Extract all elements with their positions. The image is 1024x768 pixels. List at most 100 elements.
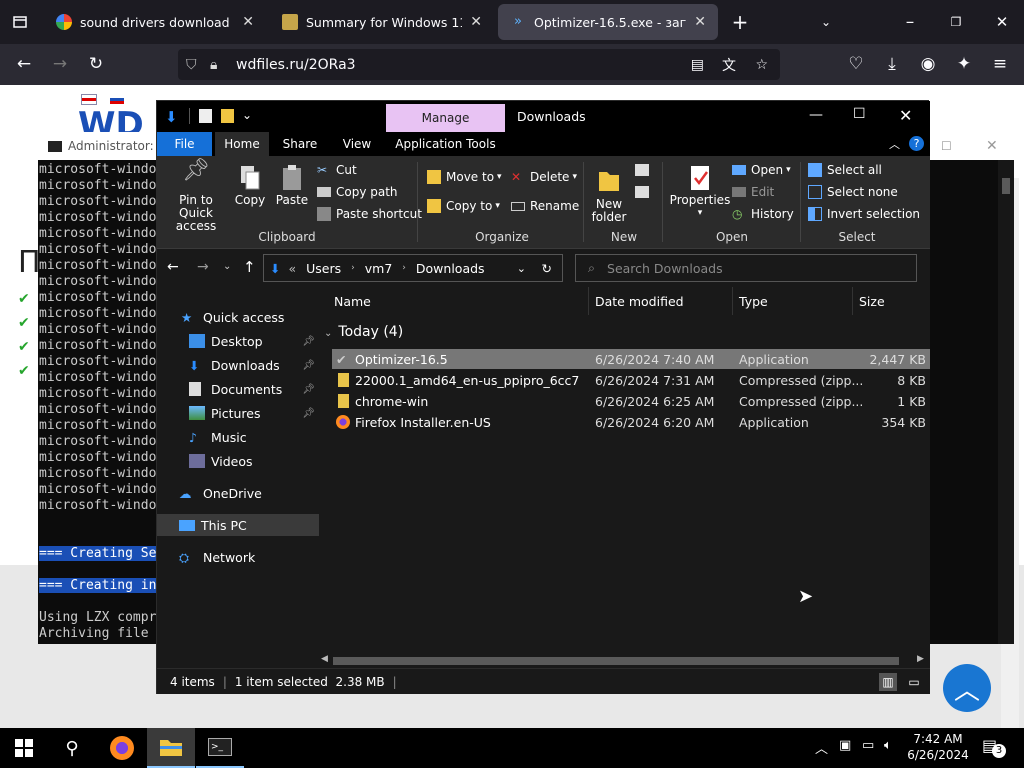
breadcrumb-downloads[interactable]: Downloads [416,261,485,276]
cmd-scrollbar[interactable] [998,160,1014,644]
nav-quick-access[interactable]: ★ Quick access [157,306,319,328]
menu-icon[interactable]: ≡ [988,52,1012,76]
flag-us-icon[interactable] [81,94,97,105]
forward-icon[interactable]: → [48,52,72,76]
close-tab-icon[interactable]: ✕ [470,14,482,30]
minimize-icon[interactable]: — [809,107,823,123]
close-icon[interactable]: ✕ [986,138,998,154]
nav-network[interactable]: ⛭ Network [157,546,319,568]
show-hidden-icons[interactable]: ︿ [815,738,828,757]
new-tab-icon[interactable]: + [728,10,752,34]
delete-button[interactable]: ✕ Delete ▾ [511,170,577,184]
account-icon[interactable]: ◉ [916,52,940,76]
restore-icon[interactable]: ❐ [944,10,968,34]
chevron-right-icon[interactable]: › [351,263,355,273]
network-tray-icon[interactable]: ▭ [862,738,874,753]
nav-onedrive[interactable]: ☁ OneDrive [157,482,319,504]
file-row-firefox[interactable]: Firefox Installer.en-US 6/26/2024 6:20 A… [332,412,930,432]
tab-view[interactable]: View [331,132,383,156]
url-text[interactable]: wdfiles.ru/2ORa3 [236,57,356,73]
copy-path-button[interactable]: Copy path [317,185,398,199]
move-to-button[interactable]: Move to ▾ [427,170,502,184]
nav-videos[interactable]: Videos [157,450,319,472]
tab-optimizer[interactable]: » Optimizer-16.5.exe - загрузить ✕ [498,4,718,40]
copy-button[interactable]: Copy [233,164,267,207]
scroll-top-button[interactable]: ︿ [943,664,991,712]
paste-button[interactable]: Paste [273,164,311,207]
manage-tab[interactable]: Manage [386,104,505,132]
open-button[interactable]: Open ▾ [732,163,791,177]
file-row-optimizer[interactable]: ✔ Optimizer-16.5 6/26/2024 7:40 AM Appli… [332,349,930,369]
close-window-icon[interactable]: ✕ [990,10,1014,34]
group-today[interactable]: ⌄ Today (4) [324,324,403,340]
new-item-icon[interactable] [635,164,649,176]
extensions-icon[interactable]: ✦ [952,52,976,76]
close-tab-icon[interactable]: ✕ [242,14,254,30]
file-row-chrome[interactable]: chrome-win 6/26/2024 6:25 AM Compressed … [332,391,930,411]
address-dropdown-icon[interactable]: ⌄ [517,262,526,275]
tab-home[interactable]: Home [215,132,269,156]
start-button[interactable] [0,728,48,768]
tab-summary[interactable]: Summary for Windows 11 Insid ✕ [270,4,494,40]
tab-overview-icon[interactable] [8,10,32,34]
maximize-icon[interactable]: ☐ [853,106,866,122]
new-folder-button[interactable]: New folder [589,164,629,224]
downloads-icon[interactable]: ⤓ [880,52,904,76]
new-folder-qa-icon[interactable] [221,109,234,123]
scroll-right-icon[interactable]: ▶ [917,654,924,664]
flag-ru-icon[interactable] [110,95,124,104]
taskbar-terminal[interactable]: >_ [196,728,244,768]
url-bar[interactable]: ⛉ 🔒︎ wdfiles.ru/2ORa3 ▤ 文 ☆ [178,49,780,80]
back-icon[interactable]: ← [12,52,36,76]
copy-to-button[interactable]: Copy to ▾ [427,199,500,213]
list-tabs-icon[interactable]: ⌄ [814,10,838,34]
cut-button[interactable]: ✂ Cut [317,163,357,177]
lock-icon[interactable]: 🔒︎ [210,57,228,73]
col-name[interactable]: Name [334,294,371,309]
nav-this-pc[interactable]: This PC [157,514,319,536]
refresh-icon[interactable]: ↻ [542,261,552,276]
large-icons-view-icon[interactable]: ▭ [905,673,923,691]
forward-icon[interactable]: → [197,259,209,275]
scroll-left-icon[interactable]: ◀ [321,654,328,664]
translate-icon[interactable]: 文 [722,55,736,75]
help-icon[interactable]: ? [909,136,924,151]
tab-application-tools[interactable]: Application Tools [386,132,505,156]
easy-access-icon[interactable] [635,186,649,198]
tab-file[interactable]: File [157,132,212,156]
customize-qa-icon[interactable]: ⌄ [242,108,252,122]
volume-muted-icon[interactable]: 🔈︎ [884,738,892,753]
up-icon[interactable]: ↑ [243,258,256,276]
tab-share[interactable]: Share [271,132,329,156]
collapse-ribbon-icon[interactable]: ︿ [889,136,900,152]
col-type[interactable]: Type [739,294,768,309]
col-size[interactable]: Size [859,294,885,309]
rename-button[interactable]: Rename [511,199,579,213]
file-explorer-window[interactable]: ⬇ ⌄ Manage Downloads — ☐ ✕ File Home Sha… [156,100,930,694]
details-view-icon[interactable]: ▥ [879,673,897,691]
clock[interactable]: 7:42 AM 6/26/2024 [906,731,970,763]
taskbar-file-explorer[interactable] [147,728,195,768]
properties-button[interactable]: Properties ▾ [669,164,731,220]
properties-qa-icon[interactable] [199,109,212,123]
reload-icon[interactable]: ↻ [84,52,108,76]
pocket-icon[interactable]: ♡ [844,52,868,76]
select-none-button[interactable]: Select none [808,185,898,199]
nav-music[interactable]: ♪ Music [157,426,319,448]
back-icon[interactable]: ← [167,259,179,275]
search-icon[interactable]: ⚲ [48,728,96,768]
nav-documents[interactable]: Documents 📌︎ [157,378,319,400]
edit-button[interactable]: Edit [732,185,774,199]
chevron-right-icon[interactable]: › [402,263,406,273]
recent-locations-icon[interactable]: ⌄ [223,261,231,272]
nav-pictures[interactable]: Pictures 📌︎ [157,402,319,424]
nav-desktop[interactable]: Desktop 📌︎ [157,330,319,352]
reader-view-icon[interactable]: ▤ [691,57,704,73]
pin-quick-access-button[interactable]: 📌︎ Pin to Quick access [161,160,231,233]
file-row-zip[interactable]: 22000.1_amd64_en-us_ppipro_6cc7ea68_... … [332,370,930,390]
breadcrumb-users[interactable]: Users [306,261,341,276]
shield-icon[interactable]: ⛉ [186,57,204,73]
col-date-modified[interactable]: Date modified [595,294,684,309]
tab-google[interactable]: sound drivers download - Goog ✕ [44,4,266,40]
bookmark-star-icon[interactable]: ☆ [755,57,768,73]
